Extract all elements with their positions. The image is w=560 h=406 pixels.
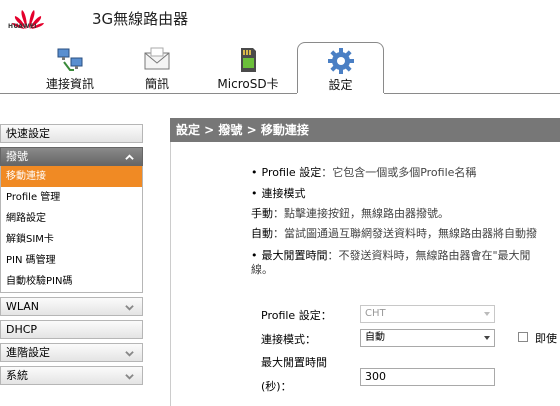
help-manual: 手動：點擊連接按鈕，無線路由器撥號。 [251, 205, 449, 221]
envelope-icon [144, 47, 170, 70]
app-header: HUAWEI 3G無線路由器 連接資訊 簡訊 MicroSD卡 設定 [0, 0, 560, 94]
chevron-down-icon [125, 374, 134, 380]
help-conn-mode: • 連接模式 [251, 185, 306, 201]
sidebar-submenu-dialup: 移動連接 Profile 管理 網路設定 解鎖SIM卡 PIN 碼管理 自動校驗… [0, 166, 143, 293]
sd-card-icon [241, 48, 256, 72]
connection-mode-value: 自動 [365, 332, 385, 343]
sidebar-item-dialup[interactable]: 撥號 [0, 147, 143, 166]
help-term: 連接模式 [261, 187, 306, 200]
sidebar-item-dhcp[interactable]: DHCP [0, 320, 143, 339]
product-title: 3G無線路由器 [92, 10, 189, 28]
chevron-up-icon [125, 154, 134, 160]
idle-time-label: 最大閒置時間 [261, 356, 327, 369]
tab-label: 設定 [328, 78, 353, 92]
tab-connection-info[interactable]: 連接資訊 [30, 42, 110, 94]
help-idle: • 最大閒置時間：不發送資料時，無線路由器會在"最大閒 [251, 247, 531, 263]
tab-label: MicroSD卡 [217, 77, 279, 91]
sidebar-item-profile-management[interactable]: Profile 管理 [1, 187, 142, 208]
tab-label: 簡訊 [144, 77, 169, 91]
help-auto: 自動：當試圖通過互聯網發送資料時，無線路由器將自動撥 [251, 225, 537, 241]
help-profile: • Profile 設定：它包含一個或多個Profile名稱 [251, 164, 476, 180]
sidebar: 快速設定 撥號 移動連接 Profile 管理 網路設定 解鎖SIM卡 PIN … [0, 124, 143, 389]
profile-select-value: CHT [365, 308, 386, 319]
sidebar-item-pin-management[interactable]: PIN 碼管理 [1, 250, 142, 271]
bullet: • [251, 187, 258, 200]
tab-label: 連接資訊 [45, 77, 94, 91]
main-content: 設定 > 撥號 > 移動連接 • Profile 設定：它包含一個或多個Profi… [170, 118, 560, 406]
sidebar-item-unlock-sim[interactable]: 解鎖SIM卡 [1, 229, 142, 250]
help-term: Profile 設定 [261, 166, 322, 179]
sidebar-item-system[interactable]: 系統 [0, 366, 143, 385]
sidebar-item-label: 撥號 [6, 150, 28, 163]
gear-icon [327, 48, 354, 74]
help-desc: ：當試圖通過互聯網發送資料時，無線路由器將自動撥 [273, 227, 537, 240]
sidebar-item-advanced[interactable]: 進階設定 [0, 343, 143, 362]
connection-mode-label: 連接模式： [261, 333, 316, 346]
immediate-checkbox[interactable] [518, 332, 528, 342]
sidebar-item-label: 進階設定 [6, 346, 50, 359]
chevron-down-icon [125, 305, 134, 311]
bullet: • [251, 166, 258, 179]
brand-name: HUAWEI [8, 23, 37, 30]
idle-time-input[interactable]: 300 [360, 368, 495, 386]
header-divider [0, 93, 560, 94]
tab-sms[interactable]: 簡訊 [122, 42, 192, 94]
content-body: • Profile 設定：它包含一個或多個Profile名稱 • 連接模式 手動：點… [170, 142, 560, 406]
immediate-label: 即使 [535, 332, 557, 345]
help-term: 手動 [251, 207, 273, 220]
tab-microsd[interactable]: MicroSD卡 [208, 42, 288, 94]
sidebar-item-wlan[interactable]: WLAN [0, 297, 143, 316]
help-term: 自動 [251, 227, 273, 240]
help-desc: ：它包含一個或多個Profile名稱 [321, 166, 477, 179]
caret-down-icon [484, 336, 490, 340]
sidebar-item-auto-pin-verify[interactable]: 自動校驗PIN碼 [1, 271, 142, 292]
idle-time-unit-label: (秒)： [261, 380, 292, 393]
help-idle-wrap: 線。 [251, 263, 273, 276]
sidebar-item-label: WLAN [6, 300, 40, 313]
chevron-down-icon [125, 351, 134, 357]
tab-settings[interactable]: 設定 [297, 42, 384, 94]
sidebar-item-network-settings[interactable]: 網路設定 [1, 208, 142, 229]
profile-select[interactable]: CHT [360, 305, 495, 323]
sidebar-item-quick-setup[interactable]: 快速設定 [0, 124, 143, 143]
sidebar-item-label: 系統 [6, 369, 28, 382]
network-computers-icon [57, 48, 83, 71]
breadcrumb: 設定 > 撥號 > 移動連接 [170, 118, 560, 142]
help-desc: ：不發送資料時，無線路由器會在"最大閒 [327, 249, 531, 262]
sidebar-item-mobile-connection[interactable]: 移動連接 [1, 166, 142, 187]
profile-setting-label: Profile 設定： [261, 309, 332, 322]
caret-down-icon [484, 312, 490, 316]
connection-mode-select[interactable]: 自動 [360, 329, 495, 347]
help-desc: ：點擊連接按鈕，無線路由器撥號。 [273, 207, 449, 220]
